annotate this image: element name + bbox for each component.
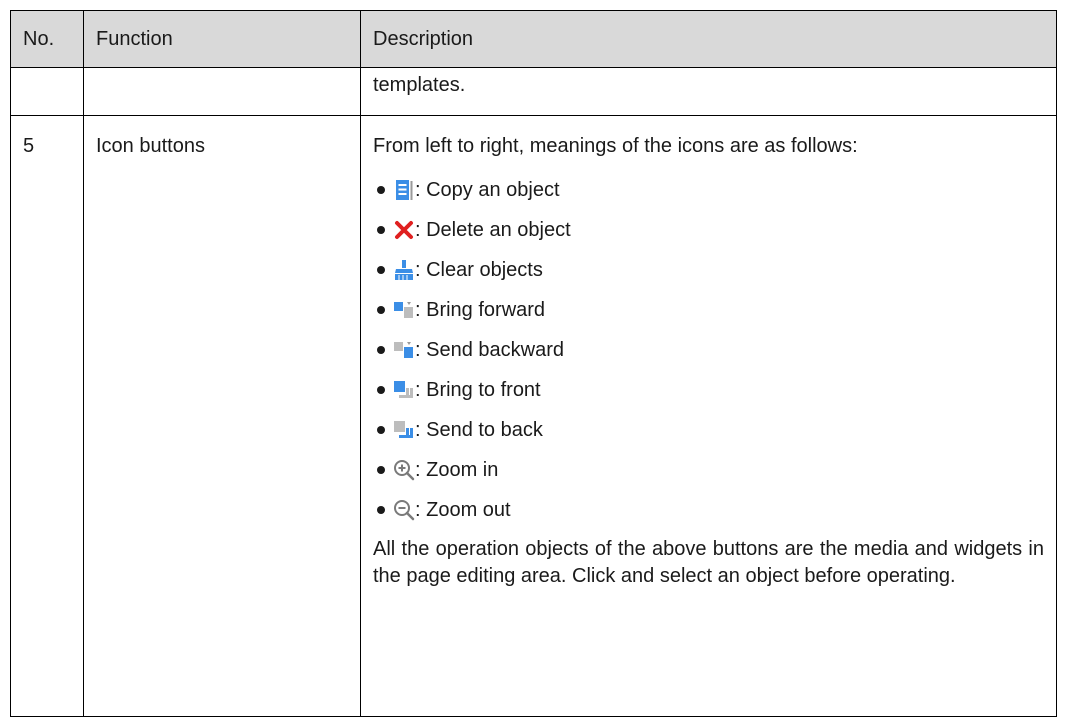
table-header-row: No. Function Description xyxy=(10,10,1057,68)
list-item: : Clear objects xyxy=(373,250,1044,290)
send-backward-icon xyxy=(393,339,415,361)
cell-function-continuation xyxy=(83,67,361,116)
list-item-label: : Zoom in xyxy=(415,458,499,481)
description-intro: From left to right, meanings of the icon… xyxy=(373,135,858,157)
list-item: : Zoom in xyxy=(373,450,1044,490)
bullet xyxy=(377,426,385,434)
delete-icon xyxy=(393,219,415,241)
bullet xyxy=(377,306,385,314)
description-note: All the operation objects of the above b… xyxy=(373,538,1044,587)
list-item-label: : Zoom out xyxy=(415,498,511,521)
list-item: : Send backward xyxy=(373,330,1044,370)
bullet xyxy=(377,386,385,394)
zoom-in-icon xyxy=(393,459,415,481)
cell-description-continuation: templates. xyxy=(360,67,1057,116)
send-to-back-icon xyxy=(393,419,415,441)
header-no: No. xyxy=(10,10,84,68)
list-item-label: : Send backward xyxy=(415,338,564,361)
list-item: : Bring forward xyxy=(373,290,1044,330)
list-item: : Bring to front xyxy=(373,370,1044,410)
function-description-table: No. Function Description templates. 5 Ic… xyxy=(10,10,1057,717)
copy-icon xyxy=(393,179,415,201)
table-row: 5 Icon buttons From left to right, meani… xyxy=(10,115,1057,717)
bring-to-front-icon xyxy=(393,379,415,401)
bullet xyxy=(377,346,385,354)
bullet xyxy=(377,266,385,274)
list-item: : Delete an object xyxy=(373,210,1044,250)
list-item: : Zoom out xyxy=(373,490,1044,530)
list-item-label: : Bring forward xyxy=(415,298,546,321)
header-description: Description xyxy=(360,10,1057,68)
bullet xyxy=(377,466,385,474)
zoom-out-icon xyxy=(393,499,415,521)
bullet xyxy=(377,186,385,194)
cell-no-continuation xyxy=(10,67,84,116)
clear-broom-icon xyxy=(393,259,415,281)
bullet xyxy=(377,226,385,234)
bring-forward-icon xyxy=(393,299,415,321)
table-row-continuation: templates. xyxy=(10,67,1057,116)
list-item-label: : Bring to front xyxy=(415,378,541,401)
bullet xyxy=(377,506,385,514)
header-function: Function xyxy=(83,10,361,68)
cell-description: From left to right, meanings of the icon… xyxy=(360,115,1057,717)
list-item: : Send to back xyxy=(373,410,1044,450)
cell-function: Icon buttons xyxy=(83,115,361,717)
icon-legend-list: : Copy an object : Delete an object : Cl… xyxy=(373,170,1044,530)
list-item-label: : Delete an object xyxy=(415,218,571,241)
list-item-label: : Copy an object xyxy=(415,178,560,201)
list-item-label: : Send to back xyxy=(415,418,543,441)
cell-no: 5 xyxy=(10,115,84,717)
list-item: : Copy an object xyxy=(373,170,1044,210)
list-item-label: : Clear objects xyxy=(415,258,543,281)
